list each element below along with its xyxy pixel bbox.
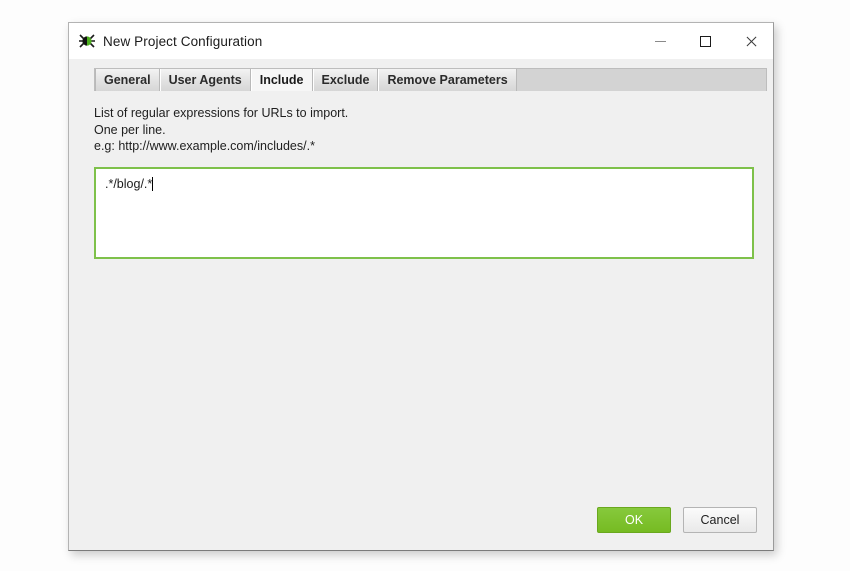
minimize-button[interactable] xyxy=(638,23,683,59)
close-icon xyxy=(744,35,757,48)
include-tab-panel: List of regular expressions for URLs to … xyxy=(69,91,773,490)
dialog-footer: OK Cancel xyxy=(69,490,773,550)
cancel-button[interactable]: Cancel xyxy=(683,507,757,533)
title-bar[interactable]: New Project Configuration xyxy=(69,23,773,59)
tab-include[interactable]: Include xyxy=(250,69,313,91)
description-line-3: e.g: http://www.example.com/includes/.* xyxy=(94,139,315,154)
tab-exclude[interactable]: Exclude xyxy=(312,69,379,91)
description-line-1: List of regular expressions for URLs to … xyxy=(94,106,349,120)
maximize-icon xyxy=(700,35,711,47)
tab-label: Include xyxy=(259,73,304,87)
spider-logo-icon xyxy=(79,33,95,49)
tab-strip: General User Agents Include Exclude Remo… xyxy=(94,68,767,91)
text-cursor xyxy=(152,176,154,191)
new-project-configuration-dialog: New Project Configuration General User A… xyxy=(68,22,774,551)
tab-label: Remove Parameters xyxy=(387,73,508,87)
ok-button[interactable]: OK xyxy=(597,507,671,533)
description-line-2: One per line. xyxy=(94,122,166,137)
include-description: List of regular expressions for URLs to … xyxy=(94,91,748,155)
tab-label: General xyxy=(104,73,151,87)
ok-button-label: OK xyxy=(624,513,644,527)
maximize-button[interactable] xyxy=(683,23,728,59)
tab-strip-container: General User Agents Include Exclude Remo… xyxy=(69,59,773,91)
include-patterns-textarea[interactable]: .*/blog/.* xyxy=(94,166,754,259)
include-patterns-value: .*/blog/.* xyxy=(105,176,153,191)
tab-label: User Agents xyxy=(168,73,242,87)
tab-user-agents[interactable]: User Agents xyxy=(159,69,251,91)
tab-label: Exclude xyxy=(321,73,370,87)
window-controls xyxy=(638,23,773,59)
close-button[interactable] xyxy=(728,23,773,59)
tab-remove-parameters[interactable]: Remove Parameters xyxy=(378,69,517,91)
window-title: New Project Configuration xyxy=(103,33,263,49)
tab-general[interactable]: General xyxy=(95,69,160,91)
minimize-icon xyxy=(655,40,666,42)
cancel-button-label: Cancel xyxy=(700,513,740,527)
